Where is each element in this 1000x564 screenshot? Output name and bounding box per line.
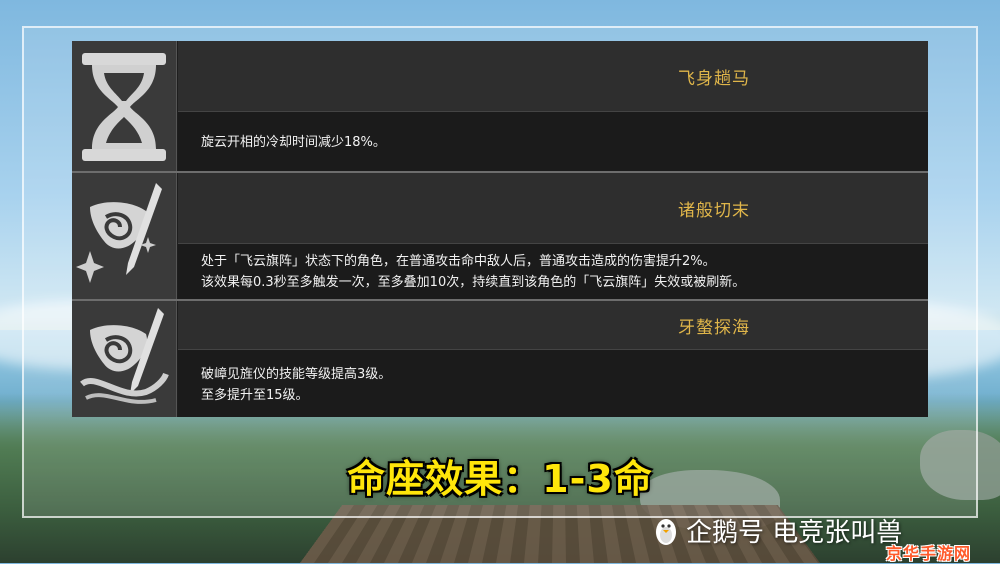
site-logo: 京华手游网	[886, 540, 971, 564]
description-line: 该效果每0.3秒至多触发一次，至多叠加10次，持续直到该角色的「飞云旗阵」失效或…	[201, 272, 745, 293]
constellation-title: 飞身趟马	[678, 64, 750, 89]
banner-spear-icon	[72, 173, 177, 300]
constellation-row-3: 牙螯探海 破嶂见旌仪的技能等级提高3级。 至多提升至15级。	[72, 301, 928, 417]
description-line: 处于「飞云旗阵」状态下的角色，在普通攻击命中敌人后，普通攻击造成的伤害提升2%。	[201, 251, 716, 272]
description-line: 旋云开相的冷却时间减少18%。	[201, 132, 386, 153]
description-line: 破嶂见旌仪的技能等级提高3级。	[201, 364, 391, 385]
constellation-description: 处于「飞云旗阵」状态下的角色，在普通攻击命中敌人后，普通攻击造成的伤害提升2%。…	[178, 244, 928, 300]
hourglass-icon	[72, 41, 177, 172]
constellation-title: 牙螯探海	[678, 313, 750, 338]
caption-title: 命座效果：1-3命	[0, 448, 1000, 503]
constellation-panel: 飞身趟马 旋云开相的冷却时间减少18%。 诸般切末 处于「飞云旗阵」状态下的角色…	[72, 41, 928, 417]
description-line: 至多提升至15级。	[201, 385, 309, 406]
constellation-title-bar: 飞身趟马	[178, 41, 928, 112]
constellation-title-bar: 诸般切末	[178, 173, 928, 244]
banner-swirl-icon	[72, 301, 177, 417]
constellation-title-bar: 牙螯探海	[178, 301, 928, 350]
constellation-description: 旋云开相的冷却时间减少18%。	[178, 112, 928, 172]
constellation-description: 破嶂见旌仪的技能等级提高3级。 至多提升至15级。	[178, 350, 928, 417]
watermark-text: 企鹅号 电竞张叫兽	[686, 512, 902, 549]
penguin-icon	[652, 515, 680, 547]
watermark: 企鹅号 电竞张叫兽	[652, 512, 902, 549]
constellation-row-1: 飞身趟马 旋云开相的冷却时间减少18%。	[72, 41, 928, 172]
constellation-title: 诸般切末	[678, 196, 750, 221]
constellation-row-2: 诸般切末 处于「飞云旗阵」状态下的角色，在普通攻击命中敌人后，普通攻击造成的伤害…	[72, 173, 928, 300]
